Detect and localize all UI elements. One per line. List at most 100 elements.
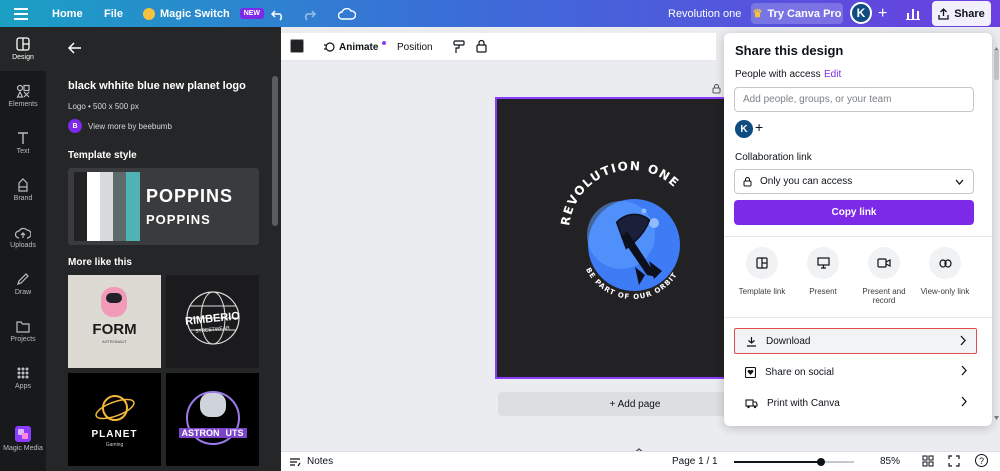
template-style-card[interactable]: POPPINS POPPINS [68, 168, 259, 245]
project-title[interactable]: Revolution one [668, 0, 741, 27]
home-button[interactable]: Home [52, 0, 83, 27]
fullscreen-icon[interactable] [948, 455, 960, 470]
zoom-value[interactable]: 85% [880, 456, 900, 467]
view-only-link-option[interactable]: View-only link [913, 247, 977, 296]
style-font-heading: POPPINS [146, 186, 234, 206]
avatar[interactable]: K [850, 2, 872, 24]
template-thumb[interactable]: RIMBERIO STREETWEAR [166, 275, 259, 368]
design-page[interactable]: REVOLUTION ONE BE PART OF OUR ORBIT [495, 97, 731, 379]
download-row[interactable]: Download [734, 328, 977, 354]
draw-icon [17, 273, 29, 285]
print-with-canva-row[interactable]: Print with Canva [734, 390, 977, 416]
menu-icon[interactable] [14, 0, 28, 27]
share-panel-scroll-thumb[interactable] [994, 50, 999, 80]
chevron-down-icon [955, 179, 964, 185]
scroll-down-icon [994, 416, 999, 420]
rail-label: Draw [14, 289, 32, 296]
paint-roller-icon[interactable] [453, 40, 465, 57]
author-avatar: B [68, 119, 82, 133]
uploads-icon [15, 227, 31, 239]
thumb-text: ASTRON [178, 428, 223, 438]
divider [724, 317, 992, 318]
lock-icon[interactable] [476, 39, 487, 56]
redo-icon[interactable] [302, 0, 316, 27]
rail-item-magic-media[interactable]: Magic Media [0, 417, 46, 461]
rail-item-projects[interactable]: Projects [0, 309, 46, 353]
access-level-select[interactable]: Only you can access [734, 169, 974, 194]
chevron-right-icon [961, 365, 967, 376]
side-rail: Design Elements Text Brand Uploads Draw … [0, 27, 46, 471]
add-person-icon[interactable]: + [755, 119, 763, 135]
zoom-slider-thumb[interactable] [817, 458, 825, 466]
notes-button[interactable]: Notes [289, 456, 333, 467]
try-canva-pro-label: Try Canva Pro [767, 7, 842, 20]
animate-button[interactable]: Animate [323, 33, 387, 61]
template-link-icon [746, 247, 778, 279]
thumb-text: PLANET [91, 429, 138, 440]
present-option[interactable]: Present [791, 247, 855, 296]
rail-item-draw[interactable]: Draw [0, 262, 46, 306]
planet-icon [95, 395, 135, 421]
copy-link-button[interactable]: Copy link [734, 200, 974, 225]
position-button[interactable]: Position [397, 33, 433, 61]
help-icon[interactable]: ? [975, 454, 988, 467]
rail-item-apps[interactable]: Apps [0, 356, 46, 400]
design-icon [16, 37, 30, 51]
add-people-input[interactable]: Add people, groups, or your team [734, 87, 974, 112]
add-collaborator-icon[interactable]: + [878, 0, 887, 27]
undo-icon[interactable] [271, 0, 285, 27]
style-font-body: POPPINS [146, 212, 211, 227]
cloud-save-icon[interactable] [338, 0, 356, 27]
present-and-record-option[interactable]: Present and record [852, 247, 916, 305]
share-panel-scrollbar[interactable] [994, 40, 999, 420]
notes-label: Notes [307, 456, 334, 467]
rail-item-uploads[interactable]: Uploads [0, 215, 46, 259]
grid-view-icon[interactable] [922, 455, 934, 470]
rail-item-elements[interactable]: Elements [0, 74, 46, 118]
apps-icon [17, 367, 29, 379]
page-indicator[interactable]: Page 1 / 1 [672, 456, 718, 467]
swatch [74, 172, 87, 241]
file-menu-button[interactable]: File [104, 0, 123, 27]
share-icon [938, 7, 949, 20]
chevron-right-icon [961, 396, 967, 407]
notification-dot [382, 41, 387, 45]
swatch [113, 172, 126, 241]
template-thumb[interactable]: PLANET Gaming [68, 373, 161, 466]
thumb-title-group: ASTRON UTS [166, 425, 259, 439]
zoom-slider-fill [734, 461, 821, 463]
rail-label: Magic Media [3, 445, 43, 452]
divider [724, 236, 992, 237]
swatch [126, 172, 140, 241]
rail-item-brand[interactable]: Brand [0, 168, 46, 212]
magic-switch-button[interactable]: Magic Switch NEW [143, 0, 265, 27]
owner-avatar: K [735, 120, 753, 138]
bottom-arc-text: BE PART OF OUR ORBIT [584, 266, 678, 301]
option-label: View-only link [920, 287, 970, 296]
template-link-option[interactable]: Template link [730, 247, 794, 296]
template-thumb[interactable]: FORM ASTRONAUT [68, 275, 161, 368]
download-icon [747, 336, 756, 347]
share-button[interactable]: Share [932, 1, 991, 26]
share-on-social-row[interactable]: Share on social [734, 359, 977, 385]
back-arrow-icon[interactable] [67, 42, 82, 57]
edit-access-link[interactable]: Edit [824, 69, 841, 80]
try-canva-pro-button[interactable]: ♛ Try Canva Pro [751, 3, 843, 24]
link-icon [929, 247, 961, 279]
color-swatch[interactable] [290, 39, 304, 53]
rail-item-design[interactable]: Design [0, 27, 46, 71]
lock-icon [743, 177, 752, 187]
author-link[interactable]: B View more by beebumb [68, 119, 172, 133]
template-thumb[interactable]: ASTRON UTS [166, 373, 259, 466]
panel-scroll-thumb[interactable] [272, 76, 278, 226]
zoom-slider-track[interactable] [734, 458, 854, 466]
text-icon [18, 132, 28, 144]
share-panel: Share this design People with access Edi… [724, 33, 992, 426]
rail-label: Uploads [10, 241, 36, 249]
rail-label: Apps [15, 383, 31, 390]
insights-icon[interactable] [906, 0, 920, 27]
new-badge: NEW [239, 8, 265, 19]
thumb-subtext: ASTRONAUT [102, 339, 127, 344]
rail-item-text[interactable]: Text [0, 121, 46, 165]
page-lock-icon[interactable] [712, 83, 721, 97]
